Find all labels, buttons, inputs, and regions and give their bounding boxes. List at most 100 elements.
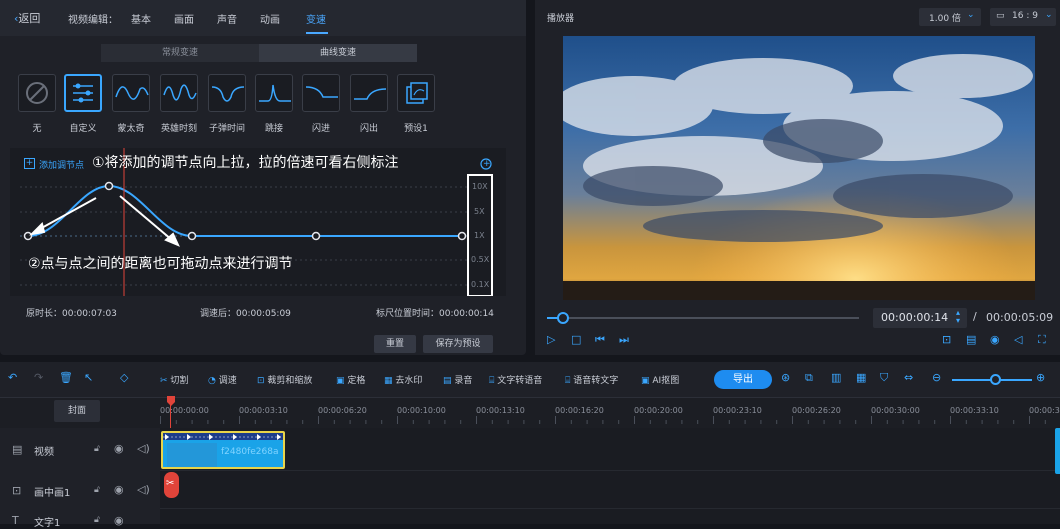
watermark-icon: ▦ — [384, 376, 393, 386]
add-point-button[interactable]: 添加调节点 — [39, 158, 84, 171]
ruler-tick-label: 00:00:20:00 — [634, 406, 683, 415]
tab-picture[interactable]: 画面 — [174, 11, 194, 26]
time-separator: / — [973, 310, 977, 323]
preset-file-icon — [406, 82, 428, 104]
preset-flash-out[interactable] — [350, 74, 388, 112]
speaker-icon[interactable]: ◁) — [137, 442, 150, 455]
preset-flash-in[interactable] — [302, 74, 340, 112]
hero-curve-icon — [163, 84, 197, 101]
pointer-icon[interactable]: ↖ — [84, 371, 93, 384]
crop-zoom-tool[interactable]: ⊡ 裁剪和缩放 — [257, 373, 312, 386]
save-preset-button[interactable]: 保存为预设 — [423, 335, 493, 353]
clip-thumbnail — [167, 443, 217, 467]
timeline-scroll-edge[interactable] — [1055, 428, 1060, 474]
lock-icon[interactable]: 🔓︎ — [94, 485, 100, 495]
add-circle-icon[interactable]: + — [483, 159, 491, 169]
text-to-speech-tool[interactable]: ⌸ 文字转语音 — [489, 373, 542, 386]
export-button[interactable]: 导出 — [714, 370, 772, 389]
ruler-tick-label: 00:00:06:20 — [318, 406, 367, 415]
speech-to-text-tool[interactable]: ⌸ 语音转文字 — [565, 373, 618, 386]
current-time-input[interactable]: 00:00:00:14 ▴ ▾ — [873, 308, 967, 328]
film-icon: ▤ — [12, 443, 23, 456]
add-point-icon[interactable]: + — [24, 158, 35, 169]
record-tool[interactable]: ▤ 录音 — [443, 373, 472, 386]
smart-edit-icon[interactable]: ⊛ — [781, 371, 790, 384]
speaker-icon[interactable]: ◁) — [137, 483, 150, 496]
flash-in-curve-icon — [305, 86, 338, 98]
track-headers — [0, 428, 160, 524]
cut-tool[interactable]: ✂ 切割 — [160, 373, 188, 386]
undo-icon[interactable]: ↶ — [8, 371, 17, 384]
play-icon[interactable]: ▷ — [547, 333, 555, 346]
preset-jump-cut[interactable] — [255, 74, 293, 112]
delete-icon[interactable]: 🗑 — [59, 371, 73, 384]
after-duration: 调速后：00:00:05:09 — [200, 309, 291, 319]
ruler-tick-label: 00:00:23:10 — [713, 406, 762, 415]
eye-icon[interactable]: ◉ — [114, 442, 124, 455]
zoom-in-icon[interactable]: ⊕ — [1036, 371, 1045, 384]
playback-speed-select[interactable]: 1.00 倍 ⌄ — [919, 8, 981, 26]
time-ruler[interactable] — [160, 400, 1060, 424]
player-panel: 播放器 1.00 倍 ⌄ ▭ 16 : 9 ⌄ 00:00:00:14 ▴ ▾ … — [535, 0, 1060, 355]
preset-1[interactable] — [397, 74, 435, 112]
crop-frame-icon[interactable]: ⊡ — [942, 333, 951, 346]
crop-icon: ⊡ — [257, 376, 265, 386]
preset-custom[interactable] — [64, 74, 102, 112]
original-duration: 原时长：00:00:07:03 — [26, 309, 117, 319]
tab-audio[interactable]: 声音 — [217, 11, 237, 26]
preset-none[interactable] — [18, 74, 56, 112]
redo-icon[interactable]: ↷ — [34, 371, 43, 384]
ai-matting-tool[interactable]: ▣ AI抠图 — [641, 373, 679, 386]
fullscreen-icon[interactable]: ⛶ — [1038, 333, 1046, 347]
camera-icon[interactable]: ◉ — [990, 333, 1000, 346]
reset-button[interactable]: 重置 — [374, 335, 416, 353]
preset-hero-moment[interactable] — [160, 74, 198, 112]
ruler-tick-label: 00:00:03:10 — [239, 406, 288, 415]
split-screen-icon[interactable]: ⧉ — [805, 371, 813, 385]
eye-icon[interactable]: ◉ — [114, 514, 124, 527]
lock-icon[interactable]: 🔓︎ — [94, 444, 100, 454]
video-preview[interactable] — [563, 36, 1035, 300]
active-tab-indicator — [306, 32, 328, 34]
video-clip[interactable]: f2480fe268a — [161, 431, 285, 469]
tab-animation[interactable]: 动画 — [260, 11, 280, 26]
shield-icon[interactable]: ⛉ — [880, 371, 888, 385]
cover-button[interactable]: 封面 — [54, 400, 100, 422]
remove-watermark-tool[interactable]: ▦ 去水印 — [384, 373, 422, 386]
preset-montage[interactable] — [112, 74, 150, 112]
filter-icon[interactable]: ▦ — [856, 371, 866, 384]
fit-timeline-icon[interactable]: ⇔ — [904, 371, 913, 384]
zoom-out-icon[interactable]: ⊖ — [932, 371, 941, 384]
eye-icon[interactable]: ◉ — [114, 483, 124, 496]
speed-tool[interactable]: ◔ 调速 — [208, 373, 237, 386]
curve-editor[interactable]: + 添加调节点 + 10X 5X 1X 0.5X 0.1X ①将添加的调节点向上… — [10, 148, 506, 296]
time-stepper-icon[interactable]: ▴ ▾ — [956, 309, 960, 325]
ai-icon: ▣ — [641, 376, 650, 386]
preset-bullet-time[interactable] — [208, 74, 246, 112]
volume-icon[interactable]: ◁ — [1014, 333, 1022, 346]
microphone-icon: ▤ — [443, 376, 452, 386]
playback-scrubber[interactable] — [556, 312, 569, 324]
subtab-normal-speed[interactable]: 常规变速 — [101, 44, 259, 62]
next-frame-icon[interactable]: ⏭ — [619, 333, 629, 347]
marker-icon[interactable]: ◇ — [120, 371, 128, 384]
speed-icon: ◔ — [208, 376, 216, 386]
tab-basic[interactable]: 基本 — [131, 11, 151, 26]
previous-frame-icon[interactable]: ⏮ — [595, 333, 605, 347]
subtab-curve-speed[interactable]: 曲线变速 — [259, 44, 417, 62]
video-track-lane[interactable] — [160, 428, 1060, 471]
subtitle-icon[interactable]: ▤ — [966, 333, 976, 346]
aspect-ratio-select[interactable]: ▭ 16 : 9 ⌄ — [990, 8, 1056, 26]
pip-split-marker[interactable]: ✂ — [164, 472, 179, 498]
tab-speed[interactable]: 变速 — [306, 11, 326, 26]
ruler-tick-label: 00:00:36:20 — [1029, 406, 1060, 415]
text-track-lane[interactable] — [160, 509, 1060, 524]
freeze-frame-tool[interactable]: ▣ 定格 — [336, 373, 365, 386]
pip-track-lane[interactable] — [160, 471, 1060, 509]
zoom-slider-handle[interactable] — [990, 374, 1001, 385]
stop-icon[interactable]: □ — [571, 333, 581, 346]
mosaic-icon[interactable]: ▥ — [831, 371, 841, 384]
back-button[interactable]: ‹返回 — [14, 10, 40, 26]
playback-progress-track[interactable] — [547, 312, 859, 324]
monitor-icon: ▭ — [996, 11, 1005, 21]
